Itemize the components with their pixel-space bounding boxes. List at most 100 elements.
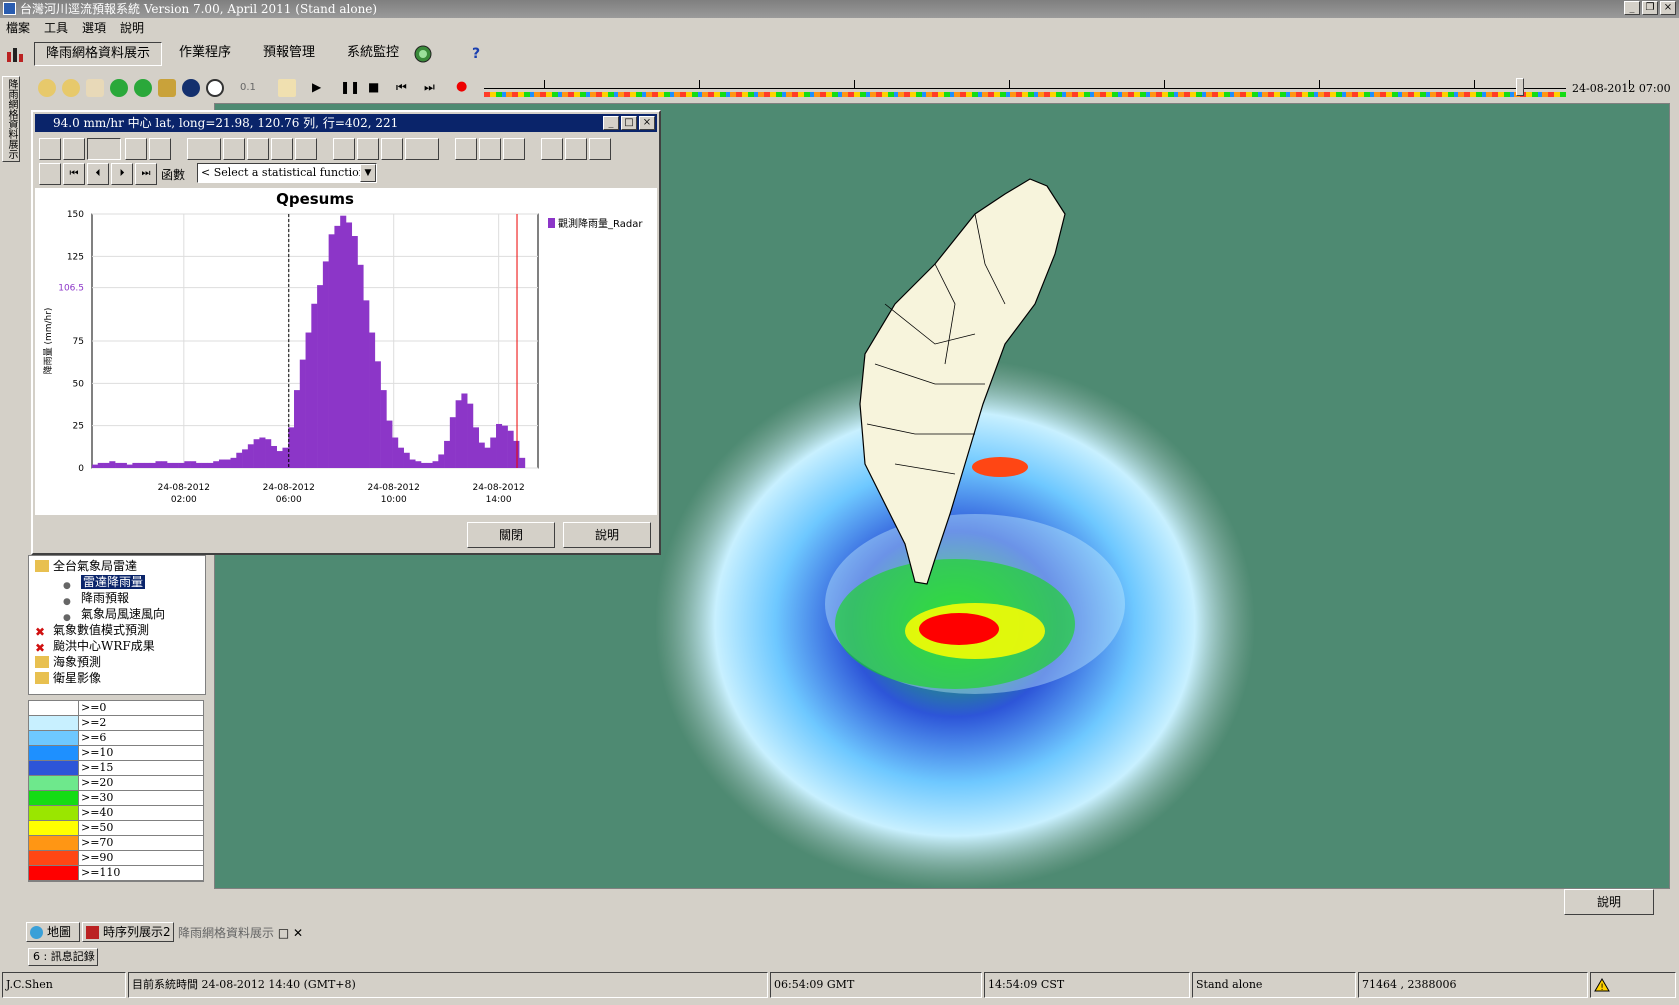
multi-line-icon[interactable] <box>39 163 61 185</box>
timeline-thumb[interactable] <box>1516 78 1524 96</box>
doc-tab-map[interactable]: 地圖 <box>26 922 80 942</box>
tab-forecast-management[interactable]: 預報管理 <box>252 42 326 66</box>
status-system-time: 目前系統時間 24-08-2012 14:40 (GMT+8) <box>128 972 768 998</box>
doc-tab-timeseries[interactable]: 時序列展示2 <box>82 922 174 942</box>
timeline-ticks <box>484 78 1630 89</box>
qpesums-chart[interactable]: 0 25 50 75 106.5 125 150 24-08-2012 02:00 24-08-2… <box>35 188 657 515</box>
chart-minimize-icon[interactable]: _ <box>603 116 619 130</box>
chart-back-icon[interactable] <box>271 138 293 160</box>
close-icon[interactable]: × <box>1660 1 1676 15</box>
tree-item[interactable]: ● 氣象局風速風向 <box>63 606 165 623</box>
rain-legend: >=0 >=2 >=6 >=10 >=15 >=20 >=30 >=40 >=50 >=70 >=9… <box>28 700 204 882</box>
stop-icon[interactable]: ■ <box>368 80 379 94</box>
chart-bar <box>195 462 202 468</box>
image-icon[interactable] <box>357 138 379 160</box>
zoom-in-icon[interactable] <box>38 79 56 97</box>
tab-rain-grid[interactable]: 降雨網格資料展示 <box>34 42 162 66</box>
menu-options[interactable]: 選項 <box>82 18 106 38</box>
legend-swatch <box>29 836 79 850</box>
chart-plot-area[interactable]: 0 25 50 75 106.5 125 150 24-08-2012 02:00 24-08-2… <box>35 188 657 515</box>
restore-icon[interactable]: ❐ <box>1642 1 1658 15</box>
print-icon[interactable] <box>565 138 587 160</box>
minimize-icon[interactable]: _ <box>1624 1 1640 15</box>
skip-end-icon[interactable]: ⏭ <box>424 80 435 95</box>
document-icon[interactable] <box>333 138 355 160</box>
help-question-icon[interactable]: ? <box>472 46 480 62</box>
last-record-icon[interactable]: ⏭ <box>135 163 157 185</box>
first-record-icon[interactable]: ⏮ <box>63 163 85 185</box>
chart-maximize-icon[interactable]: □ <box>621 116 637 130</box>
zoom-level-label[interactable]: 0.1 <box>240 82 256 93</box>
info-icon[interactable] <box>182 79 200 97</box>
chart-zoom-fit-icon[interactable] <box>247 138 269 160</box>
chart-window[interactable]: 94.0 mm/hr 中心 lat, long=21.98, 120.76 列,… <box>31 110 661 555</box>
layers-icon[interactable] <box>158 79 176 97</box>
menu-help[interactable]: 說明 <box>120 18 144 38</box>
note-icon[interactable] <box>503 138 525 160</box>
chart-bar <box>409 459 416 468</box>
message-log-tab[interactable]: 6 : 訊息記錄 <box>28 948 98 966</box>
chart-close-icon[interactable]: × <box>639 116 655 130</box>
chart-bar <box>467 403 474 468</box>
layer-tree[interactable]: 全台氣象局雷達 ● 雷達降雨量 ● 降雨預報 ● 氣象局風速風向 ✖ 氣象數值模式預測 ✖ 颱洪中心… <box>28 555 206 695</box>
doc-tab-restore-icon[interactable]: □ <box>278 926 289 940</box>
skip-start-icon[interactable]: ⏮ <box>396 80 407 95</box>
chart-zoom-out-icon[interactable] <box>223 138 245 160</box>
copy-icon[interactable] <box>381 138 403 160</box>
help-button[interactable]: 說明 <box>563 522 651 548</box>
save-icon[interactable] <box>589 138 611 160</box>
calendar-icon[interactable] <box>278 79 296 97</box>
pause-icon[interactable]: ❚❚ <box>340 80 360 94</box>
close-button[interactable]: 關閉 <box>467 522 555 548</box>
tab-operations[interactable]: 作業程序 <box>168 42 242 66</box>
zoom-out-icon[interactable] <box>62 79 80 97</box>
menu-file[interactable]: 檔案 <box>6 18 30 38</box>
prev-record-icon[interactable]: ⏴ <box>87 163 109 185</box>
status-gmt: 06:54:09 GMT <box>770 972 982 998</box>
play-icon[interactable]: ▶ <box>312 80 321 94</box>
legend-label: >=70 <box>81 836 114 849</box>
table-icon[interactable] <box>63 138 85 160</box>
side-panel-tab[interactable]: 降雨網格資料展示 5: <box>0 76 20 162</box>
menu-tools[interactable]: 工具 <box>44 18 68 38</box>
crosshair-icon[interactable] <box>39 138 61 160</box>
tree-item[interactable]: 海象預測 <box>35 654 101 670</box>
timeline-slider[interactable]: 24-08-2012 07:00 <box>484 78 1671 100</box>
warning-triangle-icon[interactable]: ! <box>1594 978 1610 993</box>
tree-item[interactable]: 全台氣象局雷達 <box>35 558 137 574</box>
globe-icon <box>30 926 43 939</box>
chart-forward-icon[interactable] <box>295 138 317 160</box>
tab-system-monitor[interactable]: 系統監控 <box>336 42 410 66</box>
forward-arrow-icon[interactable] <box>134 79 152 97</box>
back-arrow-icon[interactable] <box>110 79 128 97</box>
tree-item[interactable]: ✖ 氣象數值模式預測 <box>35 622 149 638</box>
export-icon[interactable] <box>479 138 501 160</box>
status-warning: ! <box>1590 972 1676 998</box>
line-chart-icon[interactable] <box>87 138 121 160</box>
warning-icon[interactable] <box>541 138 563 160</box>
doc-tab-rain-grid[interactable]: 降雨網格資料展示 □ ✕ <box>178 924 324 944</box>
dropdown-arrow-icon[interactable]: ▼ <box>360 164 376 182</box>
legend-series-name: 觀測降雨量_Radar <box>558 217 643 230</box>
statistics-icon[interactable] <box>149 138 171 160</box>
map-help-button[interactable]: 說明 <box>1564 889 1654 915</box>
record-icon[interactable]: ● <box>456 79 467 94</box>
tree-item[interactable]: ● 雷達降雨量 <box>63 574 146 591</box>
monitor-globe-icon[interactable] <box>412 44 434 64</box>
chart-bar <box>380 390 387 468</box>
doc-tab-close-icon[interactable]: ✕ <box>293 926 303 940</box>
unit-icon[interactable] <box>125 138 147 160</box>
legend-row: >=6 <box>29 731 203 746</box>
paste-icon[interactable] <box>405 138 439 160</box>
chart-zoom-in-icon[interactable] <box>187 138 221 160</box>
tree-item[interactable]: 衛星影像 <box>35 670 101 686</box>
tree-item[interactable]: ● 降雨預報 <box>63 590 129 607</box>
tree-item[interactable]: ✖ 颱洪中心WRF成果 <box>35 638 155 654</box>
statistical-function-select[interactable]: < Select a statistical function > ▼ <box>197 163 377 183</box>
bar-chart-icon[interactable] <box>6 46 24 62</box>
target-icon[interactable] <box>206 79 224 97</box>
pan-hand-icon[interactable] <box>86 79 104 97</box>
next-record-icon[interactable]: ⏵ <box>111 163 133 185</box>
undo-icon[interactable] <box>455 138 477 160</box>
legend-row: >=2 <box>29 716 203 731</box>
